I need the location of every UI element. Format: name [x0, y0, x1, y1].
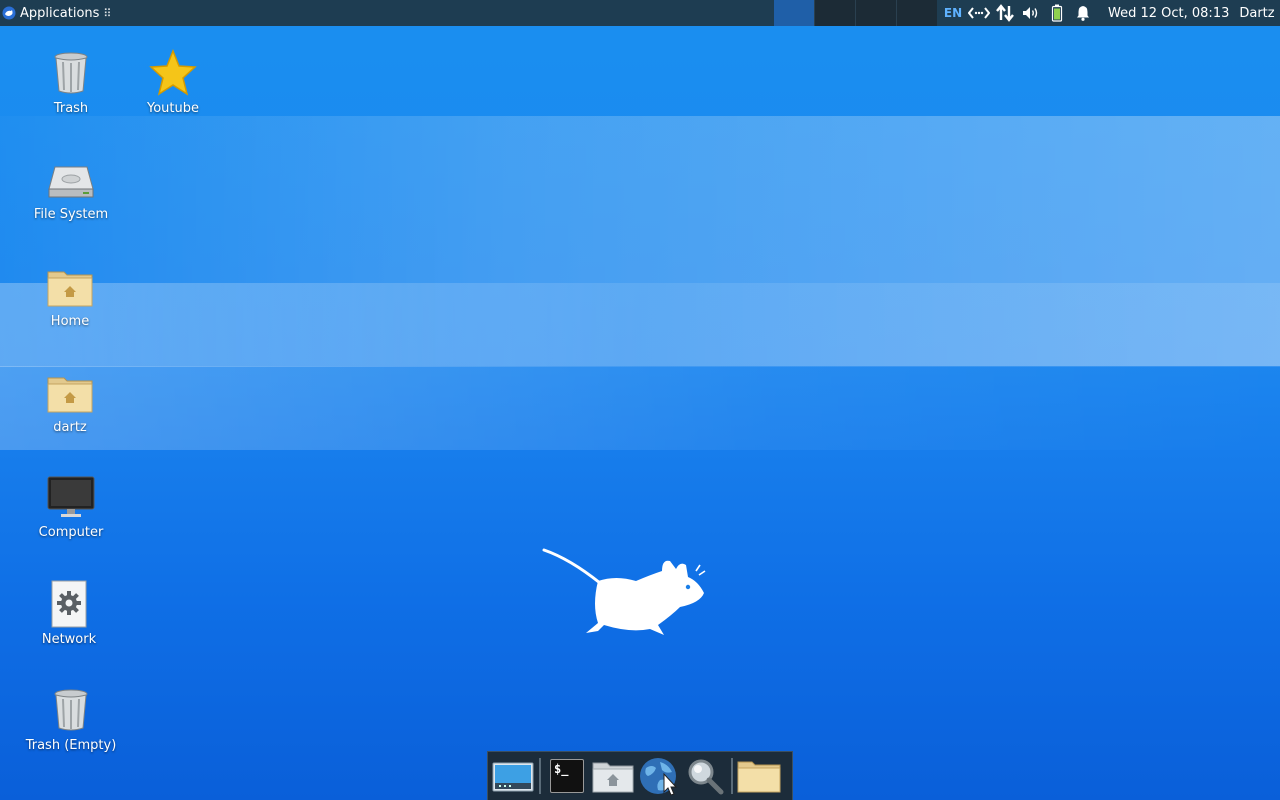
data-transfer-icon[interactable] — [992, 0, 1018, 26]
dock-separator — [731, 758, 733, 794]
xfce-mouse-logo — [542, 548, 706, 635]
desktop-icon-trash-empty[interactable]: Trash (Empty) — [21, 686, 121, 753]
search-icon — [688, 759, 724, 795]
workspace-switcher[interactable] — [774, 0, 937, 26]
notifications-bell-icon[interactable] — [1070, 0, 1096, 26]
star-bookmark-icon — [149, 49, 197, 96]
desktop-icon-home[interactable]: Home — [20, 262, 120, 329]
desktop-icon-label: Trash — [53, 101, 89, 116]
show-desktop-icon — [492, 762, 534, 792]
folder-icon — [737, 761, 781, 793]
show-desktop-launcher[interactable] — [490, 754, 536, 798]
bottom-dock: $_ — [487, 751, 793, 800]
battery-icon[interactable] — [1044, 0, 1070, 26]
desktop-icon-trash[interactable]: Trash — [21, 49, 121, 116]
workspace-3[interactable] — [856, 0, 896, 26]
desktop-icon-label: Trash (Empty) — [25, 738, 117, 753]
desktop-icon-network[interactable]: Network — [19, 580, 119, 647]
trash-full-icon — [54, 52, 88, 94]
desktop-icon-youtube[interactable]: Youtube — [123, 49, 223, 116]
desktop-icon-label: dartz — [53, 420, 87, 435]
clock[interactable]: Wed 12 Oct, 08:13 — [1108, 0, 1229, 26]
wallpaper-band — [0, 116, 1280, 366]
web-browser-launcher[interactable] — [636, 754, 682, 798]
network-gear-icon — [51, 580, 87, 628]
system-tray: EN Wed 12 Oct, 08:13 Dartz — [940, 0, 1275, 26]
desktop-icon-label: Youtube — [147, 101, 199, 116]
workspace-1[interactable] — [774, 0, 814, 26]
monitor-icon — [47, 476, 95, 517]
folder-launcher[interactable] — [736, 754, 782, 798]
trash-empty-icon — [54, 689, 88, 731]
desktop-icon-label: File System — [33, 207, 109, 222]
network-connection-icon[interactable] — [966, 0, 992, 26]
desktop-icon-computer[interactable]: Computer — [21, 473, 121, 540]
desktop-icon-file-system[interactable]: File System — [21, 155, 121, 222]
menu-grip-icon: ⠿ — [103, 6, 112, 20]
desktop-icon-label: Network — [41, 632, 97, 647]
desktop-icon-label: Computer — [38, 525, 104, 540]
home-folder-icon — [47, 377, 93, 413]
workspace-2[interactable] — [815, 0, 855, 26]
search-launcher[interactable] — [682, 754, 728, 798]
web-browser-icon — [640, 758, 678, 796]
top-panel: Applications ⠿ EN Wed 12 Oct, 08:13 Dart… — [0, 0, 1280, 26]
terminal-prompt: $_ — [554, 762, 569, 776]
applications-menu-label: Applications — [20, 5, 100, 21]
file-manager-launcher[interactable] — [590, 754, 636, 798]
home-folder-icon — [592, 762, 634, 793]
volume-icon[interactable] — [1018, 0, 1044, 26]
terminal-icon: $_ — [550, 759, 584, 793]
dock-separator — [539, 758, 541, 794]
terminal-launcher[interactable]: $_ — [544, 754, 590, 798]
xfce-logo-icon — [2, 6, 16, 20]
wallpaper-band — [0, 283, 1280, 367]
keyboard-layout-indicator[interactable]: EN — [940, 0, 966, 26]
user-menu[interactable]: Dartz — [1239, 0, 1274, 26]
hard-drive-icon — [48, 166, 94, 198]
desktop-icon-dartz[interactable]: dartz — [20, 368, 120, 435]
applications-menu-button[interactable]: Applications ⠿ — [2, 0, 111, 26]
wallpaper-band — [0, 366, 1280, 450]
desktop-icon-label: Home — [50, 314, 90, 329]
workspace-4[interactable] — [897, 0, 937, 26]
home-folder-icon — [47, 271, 93, 307]
